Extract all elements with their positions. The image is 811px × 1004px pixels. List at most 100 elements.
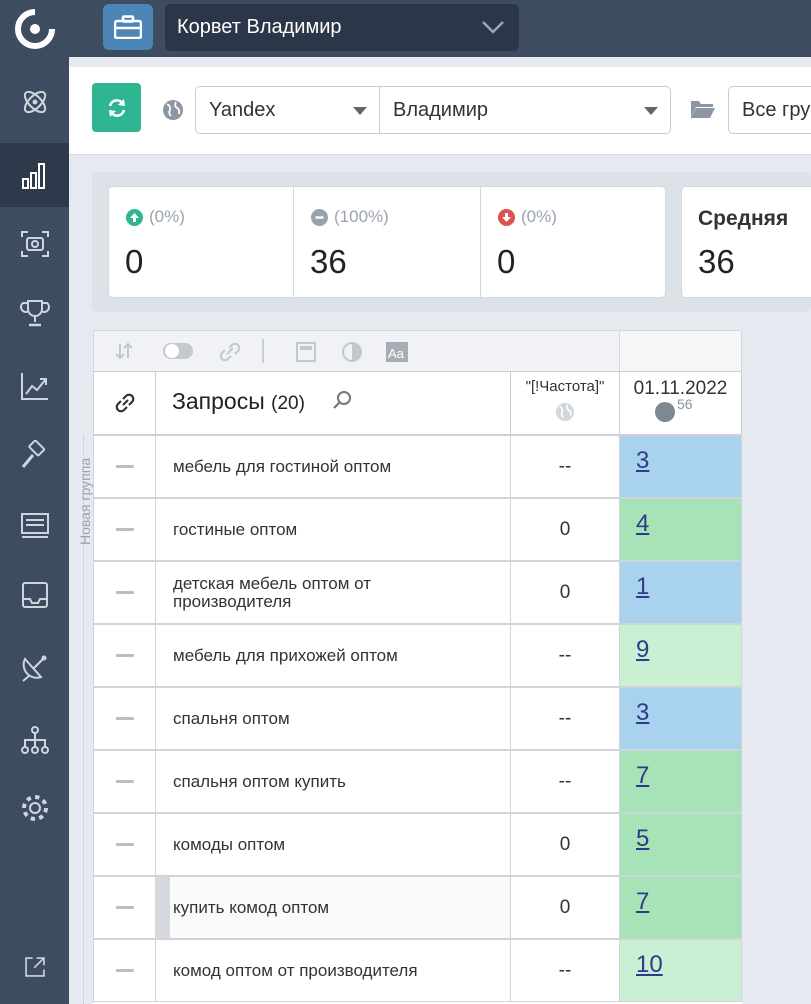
remove-row-button[interactable] [93, 750, 156, 813]
query-cell[interactable]: детская мебель оптом от производителя [155, 561, 511, 624]
query-cell[interactable]: мебель для прихожей оптом [155, 624, 511, 687]
table-row: купить комод оптом 0 7 [93, 876, 742, 939]
frequency-header-label: "[!Частота]" [525, 378, 605, 395]
position-link[interactable]: 10 [636, 951, 663, 978]
font-icon[interactable]: Aa [385, 341, 409, 363]
groups-value: Все гру [742, 99, 811, 121]
query-cell[interactable]: купить комод оптом [155, 876, 582, 939]
sort-icon[interactable] [114, 341, 134, 361]
minus-icon [115, 591, 134, 594]
position-link[interactable]: 4 [636, 510, 649, 537]
remove-row-button[interactable] [93, 687, 156, 750]
position-link[interactable]: 1 [636, 573, 649, 600]
query-text: комод оптом от производителя [173, 960, 418, 980]
frequency-cell: 0 [510, 561, 620, 624]
atom-icon[interactable] [0, 70, 69, 134]
groups-select[interactable]: Все гру [728, 86, 811, 134]
query-cell[interactable]: мебель для гостиной оптом [155, 435, 511, 498]
table-row: спальня оптом -- 3 [93, 687, 742, 750]
remove-row-button[interactable] [93, 624, 156, 687]
stat-same-value: 36 [310, 243, 347, 280]
toggle-icon[interactable] [162, 341, 194, 361]
position-cell[interactable]: 9 [619, 624, 742, 687]
project-selector[interactable]: Корвет Владимир [165, 4, 519, 51]
remove-row-button[interactable] [93, 498, 156, 561]
sidebar [0, 57, 69, 1004]
position-cell[interactable]: 10 [619, 939, 742, 1002]
trend-chart-icon[interactable] [0, 354, 69, 418]
query-text: спальня оптом купить [173, 771, 346, 791]
stat-up: (0%) 0 [108, 186, 294, 298]
search-engine-select[interactable]: Yandex [195, 86, 380, 134]
frequency-cell: -- [510, 687, 620, 750]
external-link-icon[interactable] [0, 935, 69, 999]
logo-icon[interactable] [8, 5, 62, 53]
billboard-icon[interactable] [0, 493, 69, 557]
briefcase-icon[interactable] [103, 4, 153, 50]
dropdown-arrow-icon [644, 107, 658, 115]
frequency-column-header[interactable]: "[!Частота]" [510, 371, 620, 435]
position-cell[interactable]: 3 [619, 435, 742, 498]
link-icon[interactable] [218, 341, 242, 363]
position-link[interactable]: 3 [636, 447, 649, 474]
position-link[interactable]: 3 [636, 699, 649, 726]
link-column-header[interactable] [93, 371, 156, 435]
date-column-header[interactable]: 01.11.2022 56 [619, 371, 742, 435]
stat-up-pct: (0%) [149, 207, 185, 226]
query-cell[interactable]: спальня оптом купить [155, 750, 511, 813]
remove-row-button[interactable] [93, 813, 156, 876]
position-cell[interactable]: 5 [619, 813, 742, 876]
position-link[interactable]: 9 [636, 636, 649, 663]
position-cell[interactable]: 3 [619, 687, 742, 750]
position-link[interactable]: 5 [636, 825, 649, 852]
arrow-down-icon [498, 209, 515, 226]
stat-up-value: 0 [125, 243, 144, 280]
remove-row-button[interactable] [93, 939, 156, 1002]
query-cell[interactable]: комоды оптом [155, 813, 511, 876]
frequency-cell: 0 [510, 498, 620, 561]
chevron-down-icon [482, 21, 504, 34]
search-icon[interactable] [332, 390, 352, 410]
position-cell[interactable]: 7 [619, 876, 742, 939]
position-link[interactable]: 7 [636, 888, 649, 915]
query-cell[interactable]: комод оптом от производителя [155, 939, 511, 1002]
date-column-top [619, 330, 742, 372]
bar-chart-icon[interactable] [0, 143, 69, 207]
search-engine-value: Yandex [209, 99, 276, 121]
arrow-up-icon [126, 209, 143, 226]
position-cell[interactable]: 4 [619, 498, 742, 561]
filter-toolbar: Yandex Владимир Все гру [69, 67, 811, 155]
inbox-icon[interactable] [0, 563, 69, 627]
queries-column-header[interactable]: Запросы (20) [155, 371, 511, 435]
position-cell[interactable]: 7 [619, 750, 742, 813]
satellite-icon[interactable] [0, 635, 69, 699]
columns-icon[interactable] [295, 341, 317, 363]
group-label[interactable]: Новая группа [74, 436, 93, 558]
toolbar-divider [262, 339, 264, 363]
contrast-icon[interactable] [341, 341, 363, 363]
refresh-button[interactable] [92, 83, 141, 132]
frequency-cell: -- [510, 939, 620, 1002]
globe-icon [163, 100, 183, 120]
trophy-icon[interactable] [0, 281, 69, 345]
position-link[interactable]: 7 [636, 762, 649, 789]
query-cell[interactable]: спальня оптом [155, 687, 511, 750]
stat-average-label: Средняя [698, 207, 789, 230]
hammer-icon[interactable] [0, 424, 69, 488]
queries-header-label: Запросы [172, 388, 265, 414]
camera-scan-icon[interactable] [0, 212, 69, 276]
globe-icon [555, 402, 575, 422]
table-row: спальня оптом купить -- 7 [93, 750, 742, 813]
remove-row-button[interactable] [93, 561, 156, 624]
remove-row-button[interactable] [93, 876, 156, 939]
queries-count: (20) [271, 393, 305, 414]
gear-icon[interactable] [0, 776, 69, 840]
minus-icon [115, 465, 134, 468]
sitemap-icon[interactable] [0, 708, 69, 772]
region-select[interactable]: Владимир [379, 86, 671, 134]
position-cell[interactable]: 1 [619, 561, 742, 624]
query-cell[interactable]: гостиные оптом [155, 498, 511, 561]
queries-table: Aa Запросы (20) "[!Частота]" 01.11.2022 … [93, 330, 742, 1004]
remove-row-button[interactable] [93, 435, 156, 498]
stat-same-pct: (100%) [334, 207, 389, 226]
